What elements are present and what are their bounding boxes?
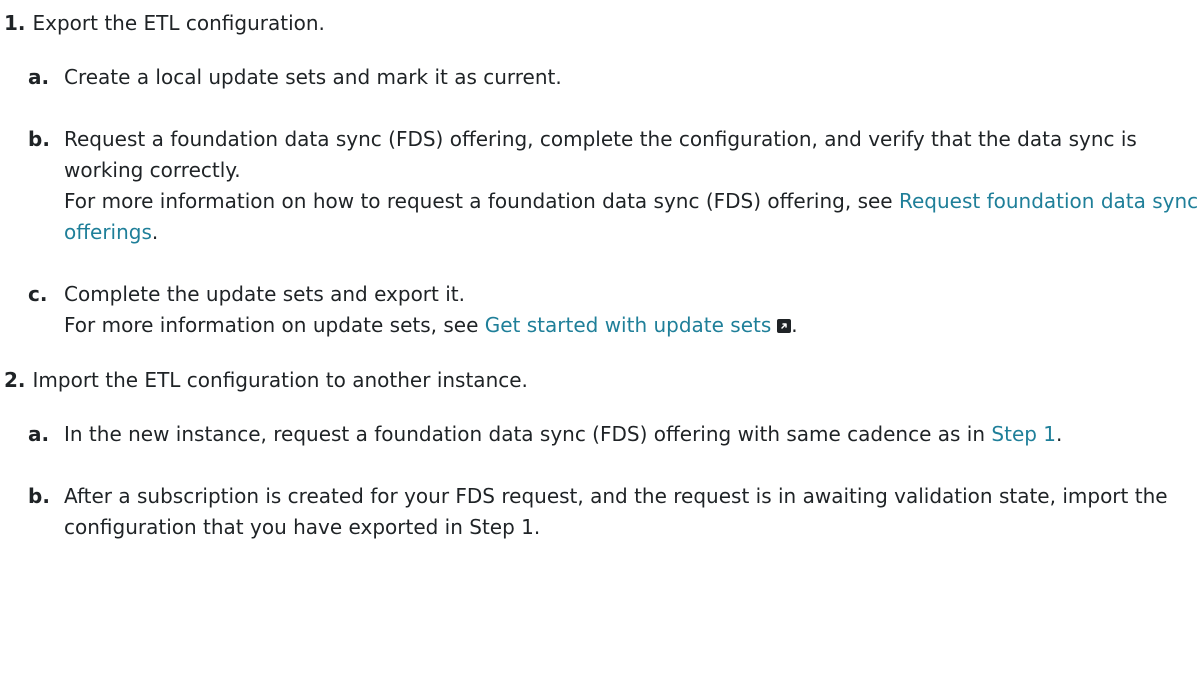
- step-2-substeps: a. In the new instance, request a founda…: [4, 419, 1203, 543]
- substep-2a: a. In the new instance, request a founda…: [4, 419, 1203, 450]
- punctuation: .: [151, 220, 159, 244]
- step-1-heading: 1. Export the ETL configuration.: [4, 8, 1203, 39]
- substep-text: In the new instance, request a foundatio…: [64, 419, 1203, 450]
- substep-text: Complete the update sets and export it.: [64, 282, 465, 306]
- substep-text: After a subscription is created for your…: [64, 484, 1168, 539]
- step-number: 1.: [4, 11, 26, 35]
- more-info: For more information on how to request a…: [64, 186, 1203, 248]
- step-text: Import the ETL configuration to another …: [32, 368, 528, 392]
- more-info-text: For more information on how to request a…: [64, 189, 899, 213]
- punctuation: .: [1056, 422, 1063, 446]
- step-text: Export the ETL configuration.: [32, 11, 325, 35]
- step-2: 2. Import the ETL configuration to anoth…: [4, 365, 1203, 543]
- more-info: For more information on update sets, see…: [64, 310, 1203, 341]
- step-1-substeps: a. Create a local update sets and mark i…: [4, 62, 1203, 341]
- substep-text-main: In the new instance, request a foundatio…: [64, 422, 992, 446]
- substep-letter: a.: [28, 65, 50, 89]
- step-2-heading: 2. Import the ETL configuration to anoth…: [4, 365, 1203, 396]
- step-1-link[interactable]: Step 1: [991, 422, 1056, 446]
- substep-1b: b. Request a foundation data sync (FDS) …: [4, 124, 1203, 248]
- substep-1a: a. Create a local update sets and mark i…: [4, 62, 1203, 93]
- step-1: 1. Export the ETL configuration. a. Crea…: [4, 8, 1203, 341]
- substep-2b: b. After a subscription is created for y…: [4, 481, 1203, 543]
- substep-letter: b.: [28, 484, 50, 508]
- more-info-text: For more information on update sets, see: [64, 313, 485, 337]
- substep-text: Request a foundation data sync (FDS) off…: [64, 127, 1137, 182]
- punctuation: .: [791, 313, 798, 337]
- external-link-icon[interactable]: [777, 319, 792, 333]
- substep-1c: c. Complete the update sets and export i…: [4, 279, 1203, 341]
- substep-letter: b.: [28, 127, 50, 151]
- substep-letter: a.: [28, 422, 50, 446]
- step-number: 2.: [4, 368, 26, 392]
- update-sets-link[interactable]: Get started with update sets: [485, 313, 772, 337]
- document-content: 1. Export the ETL configuration. a. Crea…: [0, 0, 1203, 691]
- substep-text: Create a local update sets and mark it a…: [64, 65, 562, 89]
- substep-letter: c.: [28, 282, 48, 306]
